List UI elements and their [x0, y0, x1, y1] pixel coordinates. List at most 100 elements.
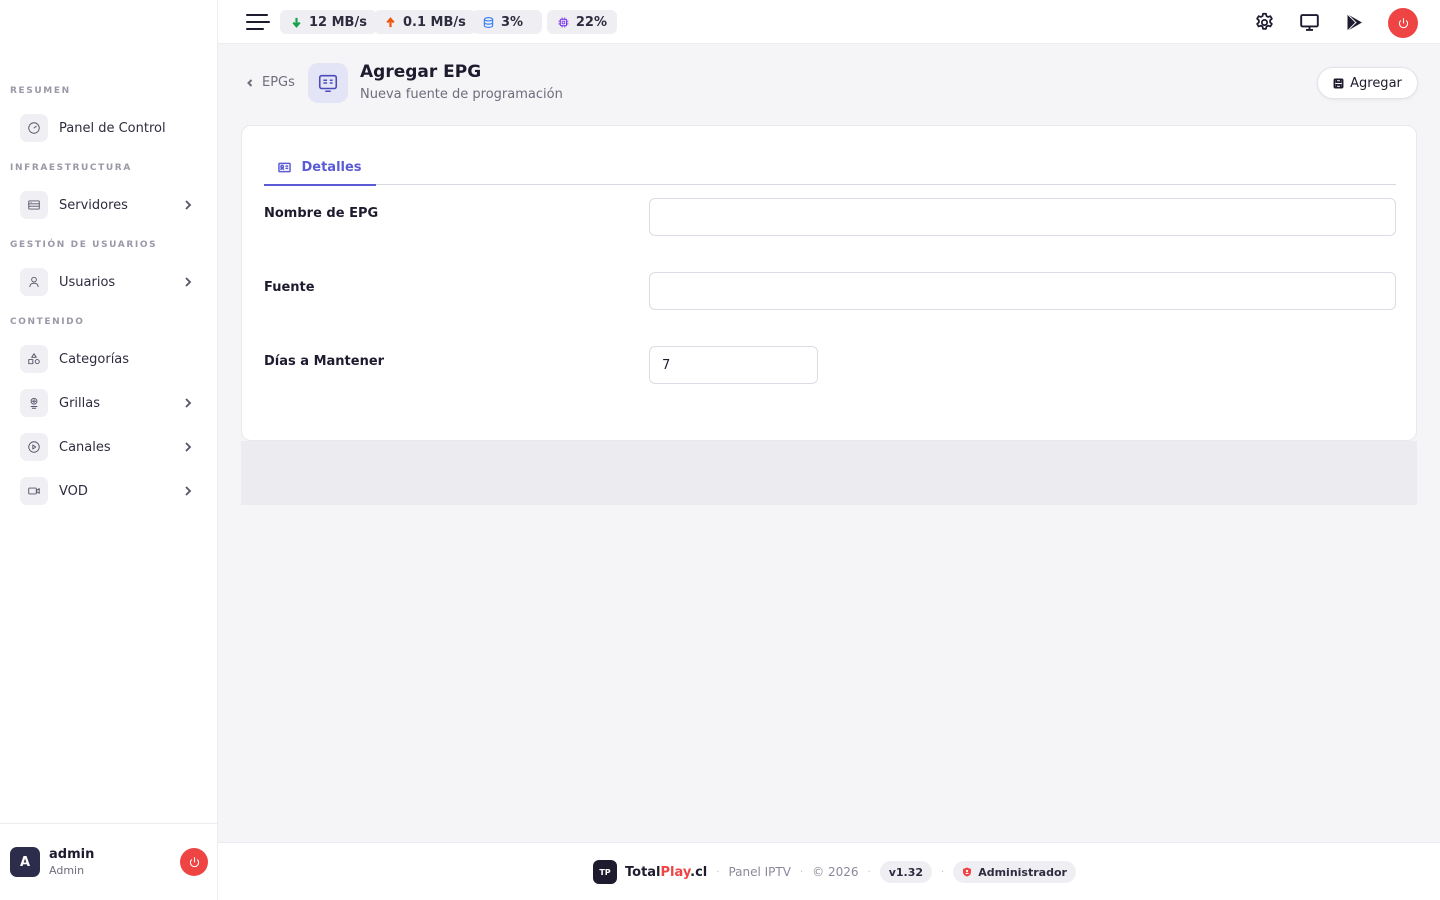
- brand-suffix: .cl: [690, 864, 708, 880]
- power-icon: [189, 856, 199, 867]
- tab-label: Detalles: [301, 159, 362, 175]
- user-icon: [20, 268, 48, 296]
- chevron-right-icon: [185, 442, 192, 452]
- monitor-icon: [1299, 13, 1319, 31]
- card-footer-area: [241, 441, 1417, 505]
- download-speed-badge: 12 MB/s: [280, 10, 377, 34]
- sidebar-item-label: Categorías: [59, 351, 130, 367]
- sidebar-item-label: Grillas: [59, 395, 100, 411]
- section-title-gestion-de-usuarios: GESTIÓN DE USUARIOS: [10, 240, 158, 250]
- cpu-usage-badge: 22%: [547, 10, 617, 34]
- tab-detalles[interactable]: Detalles: [264, 150, 376, 186]
- version-badge: v1.32: [879, 861, 933, 883]
- brand-logo: TP: [593, 860, 617, 884]
- separator-dot: ·: [867, 866, 871, 878]
- save-icon: [1333, 78, 1344, 88]
- chevron-right-icon: [185, 398, 192, 408]
- settings-button[interactable]: [1252, 10, 1276, 34]
- page-footer: TP TotalPlay.cl · Panel IPTV · © 2026 · …: [218, 842, 1440, 900]
- display-button[interactable]: [1297, 10, 1321, 34]
- sidebar-item-usuarios[interactable]: Usuarios: [20, 267, 200, 297]
- gear-icon: [1255, 12, 1273, 30]
- add-button-label: Agregar: [1350, 75, 1402, 91]
- sidebar-user-panel: A admin Admin: [0, 823, 218, 900]
- upload-speed-badge: 0.1 MB/s: [374, 10, 476, 34]
- power-button[interactable]: [1388, 8, 1418, 38]
- separator-dot: ·: [716, 866, 720, 878]
- brand-accent: Play: [660, 864, 691, 880]
- page-title: Agregar EPG: [360, 62, 482, 82]
- version-label: v1.32: [888, 865, 924, 879]
- section-title-contenido: CONTENIDO: [10, 317, 85, 327]
- chevron-right-icon: [185, 200, 192, 210]
- sidebar-logout-button[interactable]: [180, 848, 208, 876]
- brand-name: TotalPlay.cl: [625, 865, 707, 880]
- server-icon: [20, 191, 48, 219]
- back-link-label: EPGs: [262, 75, 295, 90]
- arrow-up-icon: [386, 16, 395, 27]
- chevron-right-icon: [185, 486, 192, 496]
- power-icon: [1398, 17, 1408, 28]
- video-icon: [20, 477, 48, 505]
- back-link-epgs[interactable]: EPGs: [246, 75, 295, 90]
- sidebar-item-servidores[interactable]: Servidores: [20, 190, 200, 220]
- download-speed: 12 MB/s: [309, 14, 367, 30]
- grid-icon: [20, 389, 48, 417]
- field-label-dias: Días a Mantener: [264, 354, 385, 369]
- sidebar-item-vod[interactable]: VOD: [20, 476, 200, 506]
- section-title-infraestructura: INFRAESTRUCTURA: [10, 163, 132, 173]
- role-badge: Administrador: [953, 861, 1076, 883]
- shield-icon: [963, 867, 972, 877]
- menu-toggle-button[interactable]: [246, 12, 270, 32]
- sidebar-item-label: Panel de Control: [59, 120, 166, 136]
- hamburger-line: [246, 28, 264, 30]
- tab-divider: [264, 184, 1396, 185]
- upload-speed: 0.1 MB/s: [403, 14, 466, 30]
- user-role: Admin: [49, 864, 85, 877]
- user-name: admin: [49, 847, 95, 862]
- sidebar-item-label: VOD: [59, 483, 88, 499]
- days-to-keep-input[interactable]: [649, 346, 818, 384]
- disk-usage: 3%: [501, 14, 524, 30]
- section-title-resumen: RESUMEN: [10, 86, 71, 96]
- chevron-left-icon: [247, 78, 253, 87]
- disk-usage-badge: 3%: [472, 10, 542, 34]
- separator-dot: ·: [941, 866, 945, 878]
- sidebar: RESUMEN Panel de Control INFRAESTRUCTURA…: [0, 0, 218, 900]
- chevron-right-icon: [185, 277, 192, 287]
- cpu-usage: 22%: [575, 14, 607, 30]
- epg-form-card: Detalles Nombre de EPG Fuente Días a Man…: [241, 125, 1417, 441]
- database-icon: [483, 16, 494, 28]
- topbar: 12 MB/s 0.1 MB/s 3% 22%: [218, 0, 1440, 44]
- epg-icon: [318, 74, 338, 93]
- add-epg-button[interactable]: Agregar: [1317, 67, 1418, 99]
- hamburger-line: [246, 21, 270, 23]
- epg-page-icon: [308, 63, 348, 103]
- epg-name-input[interactable]: [649, 198, 1396, 236]
- sidebar-item-label: Usuarios: [59, 274, 116, 290]
- sidebar-item-panel-de-control[interactable]: Panel de Control: [20, 113, 200, 143]
- footer-content: TP TotalPlay.cl · Panel IPTV · © 2026 · …: [593, 860, 1076, 884]
- sidebar-item-label: Canales: [59, 439, 111, 455]
- role-label: Administrador: [978, 865, 1067, 879]
- brand-prefix: Total: [625, 864, 661, 880]
- page-subtitle: Nueva fuente de programación: [360, 87, 563, 102]
- sidebar-item-canales[interactable]: Canales: [20, 432, 200, 462]
- avatar: A: [10, 847, 40, 877]
- shapes-icon: [20, 345, 48, 373]
- field-label-nombre: Nombre de EPG: [264, 206, 379, 221]
- cpu-icon: [558, 17, 569, 27]
- play-store-icon: [1346, 13, 1362, 31]
- sidebar-item-categorias[interactable]: Categorías: [20, 344, 200, 374]
- id-card-icon: [278, 162, 292, 172]
- copyright: © 2026: [812, 865, 859, 879]
- field-label-fuente: Fuente: [264, 280, 315, 295]
- epg-source-input[interactable]: [649, 272, 1396, 310]
- play-circle-icon: [20, 433, 48, 461]
- dashboard-icon: [20, 114, 48, 142]
- panel-label: Panel IPTV: [728, 865, 791, 879]
- sidebar-item-grillas[interactable]: Grillas: [20, 388, 200, 418]
- hamburger-line: [246, 14, 268, 16]
- arrow-down-icon: [292, 17, 301, 28]
- play-store-button[interactable]: [1342, 10, 1366, 34]
